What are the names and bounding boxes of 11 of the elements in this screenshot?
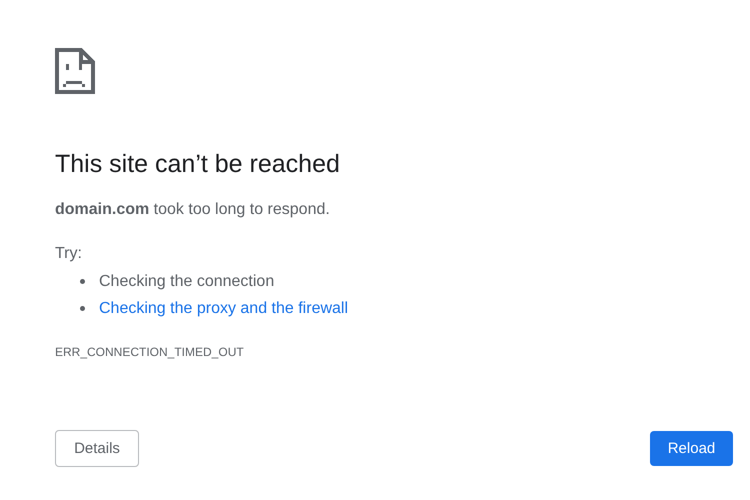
suggestions-heading: Try: [55, 244, 82, 264]
error-description: domain.com took too long to respond. [55, 200, 330, 220]
sad-page-icon [55, 48, 95, 94]
bullet-icon [80, 306, 85, 311]
bullet-icon [80, 279, 85, 284]
error-code: ERR_CONNECTION_TIMED_OUT [55, 344, 244, 360]
reload-button[interactable]: Reload [650, 431, 733, 466]
suggestion-link[interactable]: Checking the proxy and the firewall [99, 300, 348, 318]
suggestion-text: Checking the connection [99, 272, 274, 290]
details-button[interactable]: Details [55, 430, 139, 467]
error-title: This site can’t be reached [55, 149, 340, 180]
